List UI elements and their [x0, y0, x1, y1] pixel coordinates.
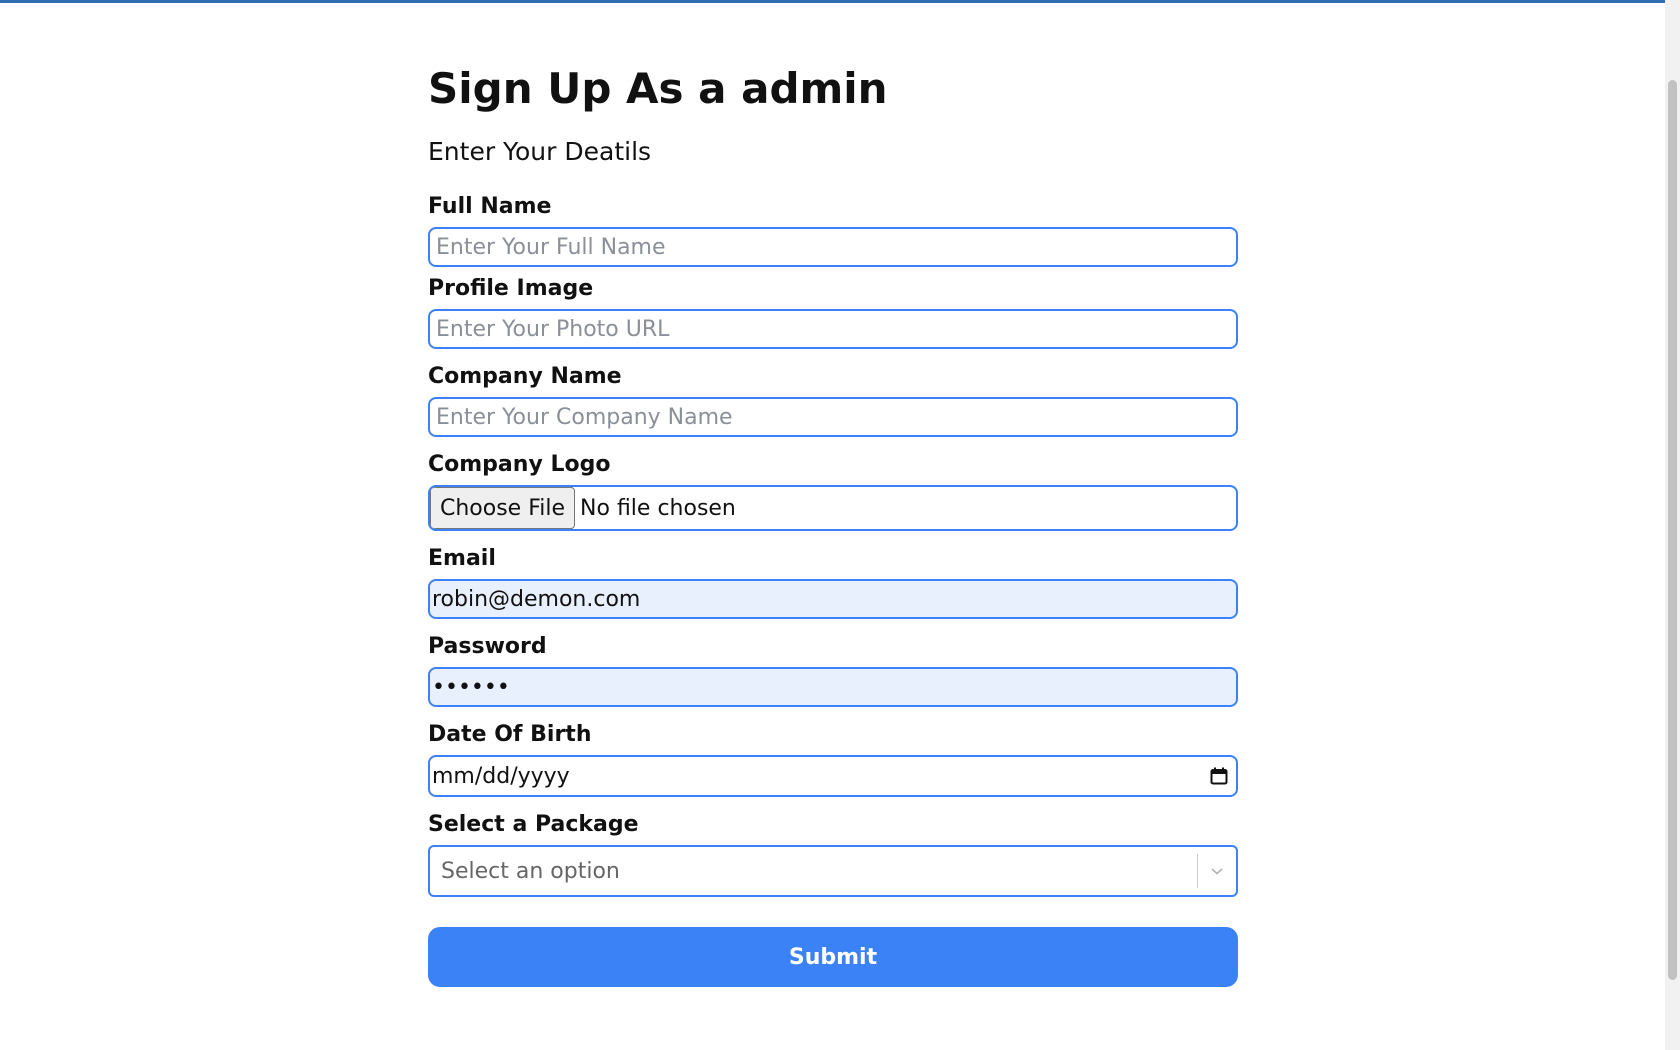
- full-name-input[interactable]: [428, 227, 1238, 267]
- package-label: Select a Package: [428, 812, 639, 837]
- profile-image-label: Profile Image: [428, 276, 594, 301]
- email-label: Email: [428, 546, 496, 571]
- full-name-label: Full Name: [428, 194, 552, 219]
- page-scrollbar[interactable]: [1665, 0, 1680, 1050]
- dob-label: Date Of Birth: [428, 722, 592, 747]
- page-subtitle: Enter Your Deatils: [428, 137, 652, 166]
- package-select[interactable]: Select an option: [428, 845, 1238, 897]
- password-input[interactable]: [428, 667, 1238, 707]
- company-name-input[interactable]: [428, 397, 1238, 437]
- page-title: Sign Up As a admin: [428, 64, 888, 113]
- dob-placeholder: mm/dd/yyyy: [432, 763, 570, 789]
- package-select-value: Select an option: [441, 858, 620, 884]
- dob-input[interactable]: mm/dd/yyyy: [428, 755, 1238, 797]
- email-input[interactable]: [428, 579, 1238, 619]
- password-label: Password: [428, 634, 547, 659]
- profile-image-input[interactable]: [428, 309, 1238, 349]
- file-status-text: No file chosen: [580, 495, 736, 521]
- chevron-down-icon[interactable]: [1198, 847, 1236, 895]
- company-name-label: Company Name: [428, 364, 622, 389]
- calendar-icon[interactable]: [1210, 767, 1228, 785]
- scrollbar-thumb[interactable]: [1668, 80, 1677, 980]
- submit-button[interactable]: Submit: [428, 927, 1238, 987]
- company-logo-label: Company Logo: [428, 452, 611, 477]
- company-logo-file-input[interactable]: Choose File No file chosen: [428, 485, 1238, 531]
- signup-form: Sign Up As a admin Enter Your Deatils Fu…: [428, 55, 1238, 987]
- page: Sign Up As a admin Enter Your Deatils Fu…: [0, 0, 1665, 1050]
- choose-file-button[interactable]: Choose File: [430, 487, 576, 529]
